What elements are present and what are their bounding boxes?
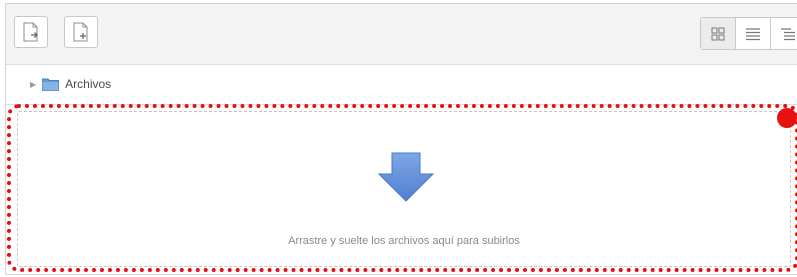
grid-view-icon: [711, 27, 725, 40]
grid-view-button[interactable]: [701, 18, 736, 49]
dropzone-instructions: Arrastre y suelte los archivos aquí para…: [288, 235, 520, 247]
add-file-button[interactable]: [14, 16, 48, 48]
tree-view-button[interactable]: [771, 18, 797, 49]
file-dropzone[interactable]: Arrastre y suelte los archivos aquí para…: [17, 111, 791, 267]
breadcrumb-folder-label[interactable]: Archivos: [65, 77, 111, 91]
add-file-icon: [23, 22, 38, 42]
file-manager-toolbar: [6, 4, 797, 65]
list-view-icon: [746, 27, 760, 40]
arrow-down-icon: [378, 152, 434, 202]
tree-view-icon: [781, 27, 795, 40]
expand-arrow-icon[interactable]: ▶: [30, 80, 36, 89]
list-view-button[interactable]: [736, 18, 771, 49]
create-folder-icon: [73, 22, 88, 42]
folder-icon: [42, 78, 60, 91]
annotation-marker-dot: [777, 108, 797, 128]
view-mode-group: [700, 17, 797, 50]
breadcrumb: ▶ Archivos: [6, 64, 797, 105]
create-folder-button[interactable]: [64, 16, 98, 48]
